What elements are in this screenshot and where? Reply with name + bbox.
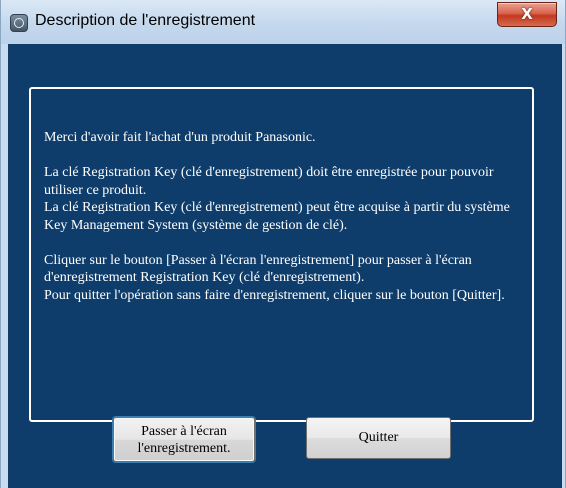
- title-bar[interactable]: Description de l'enregistrement X: [1, 0, 565, 44]
- register-button-label-line1: Passer à l'écran: [141, 424, 227, 439]
- thank-you-text: Merci d'avoir fait l'achat d'un produit …: [44, 130, 316, 145]
- register-button-label-line2: l'enregistrement.: [137, 441, 231, 456]
- dialog-window: Description de l'enregistrement X Merci …: [0, 0, 566, 488]
- close-icon: X: [521, 5, 533, 23]
- quit-instruction-text: Pour quitter l'opération sans faire d'en…: [44, 287, 505, 303]
- registration-required-text: La clé Registration Key (clé d'enregistr…: [44, 165, 494, 198]
- message-text: Merci d'avoir fait l'achat d'un produit …: [44, 129, 524, 304]
- content-panel: Merci d'avoir fait l'achat d'un produit …: [8, 44, 562, 488]
- quit-button[interactable]: Quitter: [306, 417, 451, 459]
- app-icon: [10, 14, 28, 32]
- registration-acquire-text: La clé Registration Key (clé d'enregistr…: [44, 200, 510, 233]
- window-title: Description de l'enregistrement: [35, 12, 256, 29]
- close-button[interactable]: X: [497, 2, 557, 27]
- go-to-registration-button[interactable]: Passer à l'écran l'enregistrement.: [113, 417, 255, 462]
- message-box: Merci d'avoir fait l'achat d'un produit …: [29, 87, 534, 422]
- instruction-text: Cliquer sur le bouton [Passer à l'écran …: [44, 252, 472, 286]
